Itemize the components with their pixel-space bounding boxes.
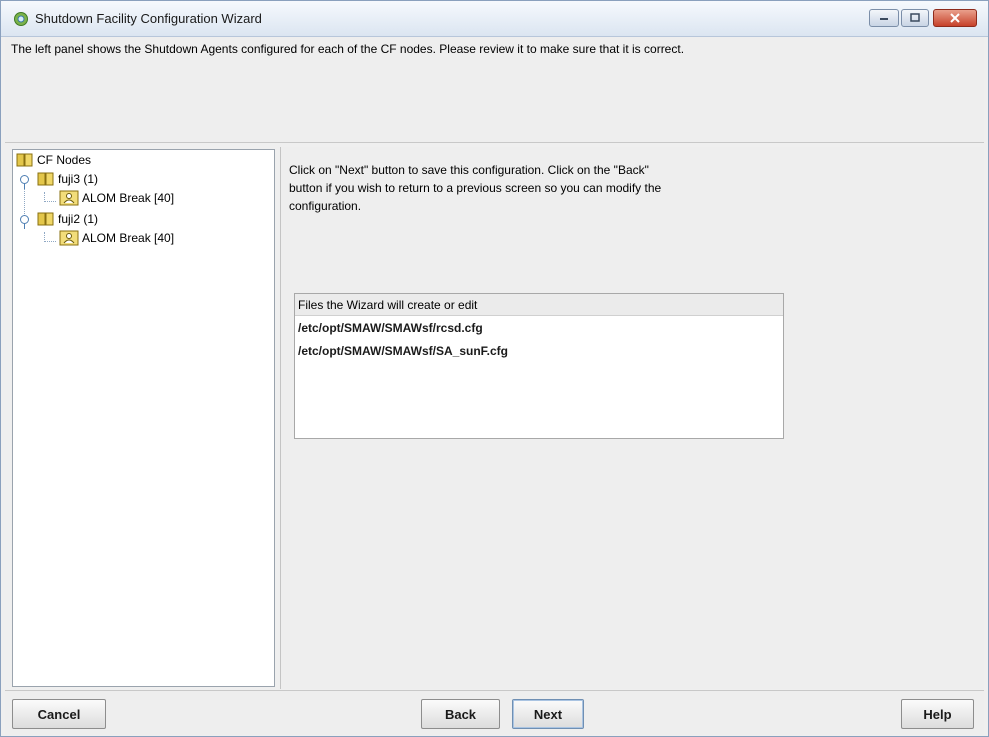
expand-fuji3-toggle[interactable] bbox=[20, 175, 29, 189]
info-text: Click on "Next" button to save this conf… bbox=[289, 161, 759, 215]
info-panel: Click on "Next" button to save this conf… bbox=[280, 147, 984, 689]
tree-node-fuji3[interactable]: fuji3 (1) bbox=[37, 170, 98, 188]
tree-connector bbox=[44, 241, 56, 242]
tree-agent-fuji3[interactable]: ALOM Break [40] bbox=[59, 189, 174, 207]
minimize-button[interactable] bbox=[869, 9, 899, 27]
info-line: Click on "Next" button to save this conf… bbox=[289, 163, 649, 177]
expand-fuji2-toggle[interactable] bbox=[20, 215, 29, 229]
button-bar: Cancel Back Next Help bbox=[5, 690, 984, 735]
file-item[interactable]: /etc/opt/SMAW/SMAWsf/rcsd.cfg bbox=[298, 321, 483, 335]
maximize-button[interactable] bbox=[901, 9, 929, 27]
tree-root-label: CF Nodes bbox=[37, 153, 92, 167]
help-button[interactable]: Help bbox=[901, 699, 974, 729]
minimize-icon bbox=[880, 18, 888, 20]
cancel-button[interactable]: Cancel bbox=[12, 699, 106, 729]
info-line: configuration. bbox=[289, 199, 362, 213]
tree-root-cf-nodes[interactable]: CF Nodes bbox=[16, 151, 91, 169]
close-button[interactable] bbox=[933, 9, 977, 27]
back-button[interactable]: Back bbox=[421, 699, 500, 729]
files-list[interactable]: Files the Wizard will create or edit /et… bbox=[294, 293, 784, 439]
wizard-app-icon bbox=[14, 12, 28, 26]
node-folder-icon bbox=[37, 172, 54, 186]
tree-agent-label: ALOM Break [40] bbox=[82, 191, 175, 205]
tree-node-label: fuji2 (1) bbox=[58, 212, 99, 226]
files-list-header: Files the Wizard will create or edit bbox=[295, 294, 783, 316]
tree-node-fuji2[interactable]: fuji2 (1) bbox=[37, 210, 98, 228]
file-item[interactable]: /etc/opt/SMAW/SMAWsf/SA_sunF.cfg bbox=[298, 344, 508, 358]
window-title: Shutdown Facility Configuration Wizard bbox=[35, 11, 262, 26]
node-folder-icon bbox=[16, 153, 33, 167]
maximize-icon bbox=[910, 13, 920, 22]
node-folder-icon bbox=[37, 212, 54, 226]
next-button[interactable]: Next bbox=[512, 699, 584, 729]
info-line: button if you wish to return to a previo… bbox=[289, 181, 662, 195]
node-tree-panel[interactable]: CF Nodes fuji3 (1) ALOM Break [40] fuji2… bbox=[12, 149, 275, 687]
tree-node-label: fuji3 (1) bbox=[58, 172, 99, 186]
shutdown-agent-icon bbox=[59, 190, 79, 206]
description-area: The left panel shows the Shutdown Agents… bbox=[5, 37, 984, 143]
tree-agent-fuji2[interactable]: ALOM Break [40] bbox=[59, 229, 174, 247]
description-text: The left panel shows the Shutdown Agents… bbox=[11, 42, 685, 56]
tree-agent-label: ALOM Break [40] bbox=[82, 231, 175, 245]
close-icon bbox=[950, 13, 960, 23]
wizard-window: Shutdown Facility Configuration Wizard T… bbox=[0, 0, 989, 737]
tree-connector bbox=[44, 201, 56, 202]
shutdown-agent-icon bbox=[59, 230, 79, 246]
title-bar[interactable]: Shutdown Facility Configuration Wizard bbox=[1, 1, 988, 37]
